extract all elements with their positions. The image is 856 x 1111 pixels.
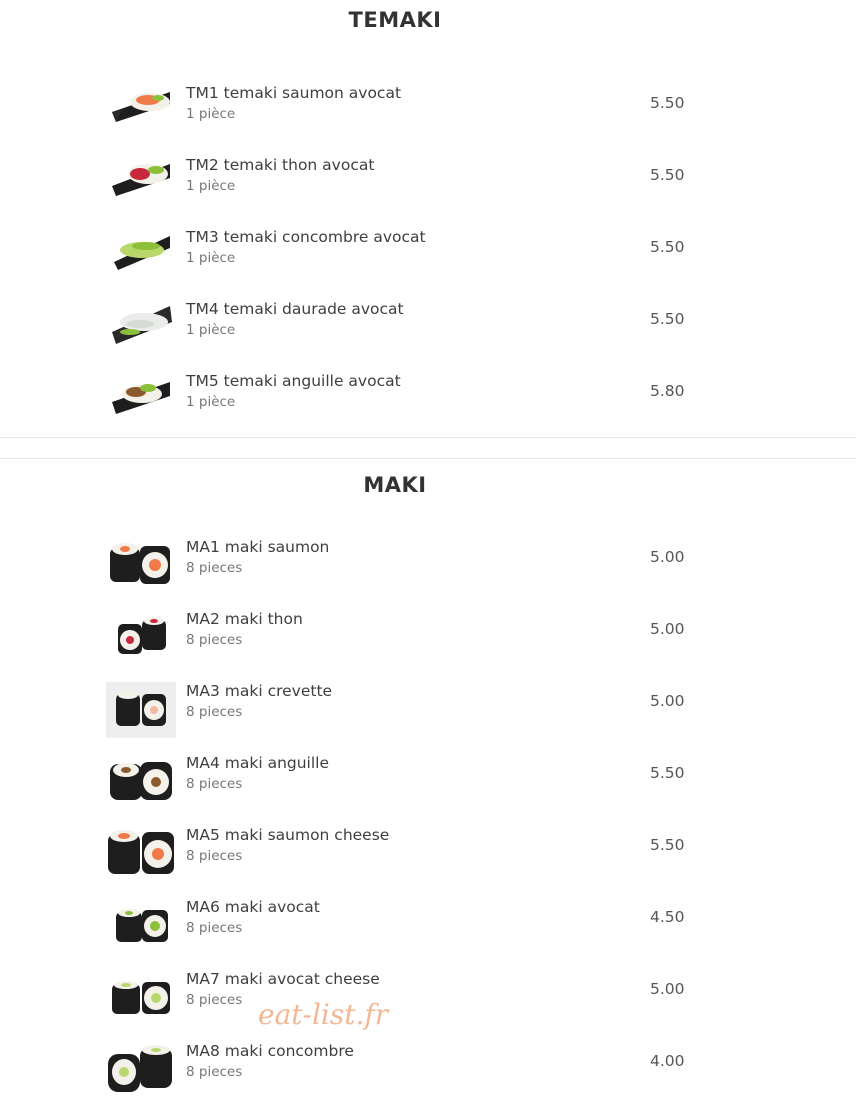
item-price: 5.80	[650, 382, 685, 400]
section-divider	[0, 437, 856, 438]
item-quantity: 8 pieces	[186, 848, 243, 864]
item-price: 5.00	[650, 692, 685, 710]
item-quantity: 1 pièce	[186, 394, 236, 410]
temaki-sea-bream-avocado-image	[106, 300, 176, 356]
menu-item-ma8[interactable]: MA8 maki concombre 8 pieces 4.00	[106, 1042, 706, 1102]
maki-eel-image	[106, 754, 176, 810]
item-name: MA3 maki crevette	[186, 682, 333, 700]
menu-item-tm2[interactable]: TM2 temaki thon avocat 1 pièce 5.50	[106, 156, 706, 216]
item-quantity: 1 pièce	[186, 106, 236, 122]
temaki-cucumber-avocado-image	[106, 228, 176, 284]
menu-item-ma3[interactable]: MA3 maki crevette 8 pieces 5.00	[106, 682, 706, 742]
item-name: TM2 temaki thon avocat	[186, 156, 375, 174]
watermark: eat-list.fr	[258, 998, 389, 1031]
menu-item-ma7[interactable]: MA7 maki avocat cheese 8 pieces 5.00	[106, 970, 706, 1030]
item-quantity: 8 pieces	[186, 632, 243, 648]
item-name: MA6 maki avocat	[186, 898, 320, 916]
temaki-eel-avocado-image	[106, 372, 176, 428]
item-quantity: 1 pièce	[186, 178, 236, 194]
item-price: 5.50	[650, 310, 685, 328]
item-name: MA5 maki saumon cheese	[186, 826, 390, 844]
menu-item-tm4[interactable]: TM4 temaki daurade avocat 1 pièce 5.50	[106, 300, 706, 360]
menu-item-tm1[interactable]: TM1 temaki saumon avocat 1 pièce 5.50	[106, 84, 706, 144]
section-title-temaki: TEMAKI	[348, 8, 442, 32]
item-name: MA1 maki saumon	[186, 538, 330, 556]
item-price: 5.50	[650, 238, 685, 256]
item-name: TM4 temaki daurade avocat	[186, 300, 404, 318]
item-name: MA7 maki avocat cheese	[186, 970, 380, 988]
menu-item-tm3[interactable]: TM3 temaki concombre avocat 1 pièce 5.50	[106, 228, 706, 288]
maki-salmon-image	[106, 538, 176, 594]
item-price: 5.50	[650, 166, 685, 184]
menu-item-ma6[interactable]: MA6 maki avocat 8 pieces 4.50	[106, 898, 706, 958]
item-price: 5.50	[650, 836, 685, 854]
menu-item-ma2[interactable]: MA2 maki thon 8 pieces 5.00	[106, 610, 706, 670]
item-quantity: 8 pieces	[186, 704, 243, 720]
item-name: TM1 temaki saumon avocat	[186, 84, 402, 102]
item-quantity: 8 pieces	[186, 920, 243, 936]
menu-item-ma4[interactable]: MA4 maki anguille 8 pieces 5.50	[106, 754, 706, 814]
item-price: 5.50	[650, 764, 685, 782]
item-name: MA8 maki concombre	[186, 1042, 354, 1060]
menu-item-ma1[interactable]: MA1 maki saumon 8 pieces 5.00	[106, 538, 706, 598]
item-quantity: 8 pieces	[186, 776, 243, 792]
maki-avocado-cheese-image	[106, 970, 176, 1026]
item-price: 4.50	[650, 908, 685, 926]
menu-item-ma5[interactable]: MA5 maki saumon cheese 8 pieces 5.50	[106, 826, 706, 886]
maki-salmon-cheese-image	[106, 826, 176, 882]
item-price: 5.50	[650, 94, 685, 112]
item-price: 5.00	[650, 980, 685, 998]
item-quantity: 1 pièce	[186, 322, 236, 338]
item-name: TM5 temaki anguille avocat	[186, 372, 401, 390]
temaki-tuna-avocado-image	[106, 156, 176, 212]
item-quantity: 1 pièce	[186, 250, 236, 266]
item-name: MA4 maki anguille	[186, 754, 330, 772]
maki-cucumber-image	[106, 1042, 176, 1098]
item-name: TM3 temaki concombre avocat	[186, 228, 426, 246]
maki-avocado-image	[106, 898, 176, 954]
temaki-salmon-avocado-image	[106, 84, 176, 140]
item-price: 5.00	[650, 548, 685, 566]
maki-tuna-image	[106, 610, 176, 666]
item-quantity: 8 pieces	[186, 560, 243, 576]
item-price: 4.00	[650, 1052, 685, 1070]
item-quantity: 8 pieces	[186, 1064, 243, 1080]
maki-shrimp-image	[106, 682, 176, 738]
section-divider	[0, 458, 856, 459]
item-price: 5.00	[650, 620, 685, 638]
item-name: MA2 maki thon	[186, 610, 303, 628]
section-title-maki: MAKI	[363, 473, 427, 497]
menu-item-tm5[interactable]: TM5 temaki anguille avocat 1 pièce 5.80	[106, 372, 706, 432]
item-quantity: 8 pieces	[186, 992, 243, 1008]
